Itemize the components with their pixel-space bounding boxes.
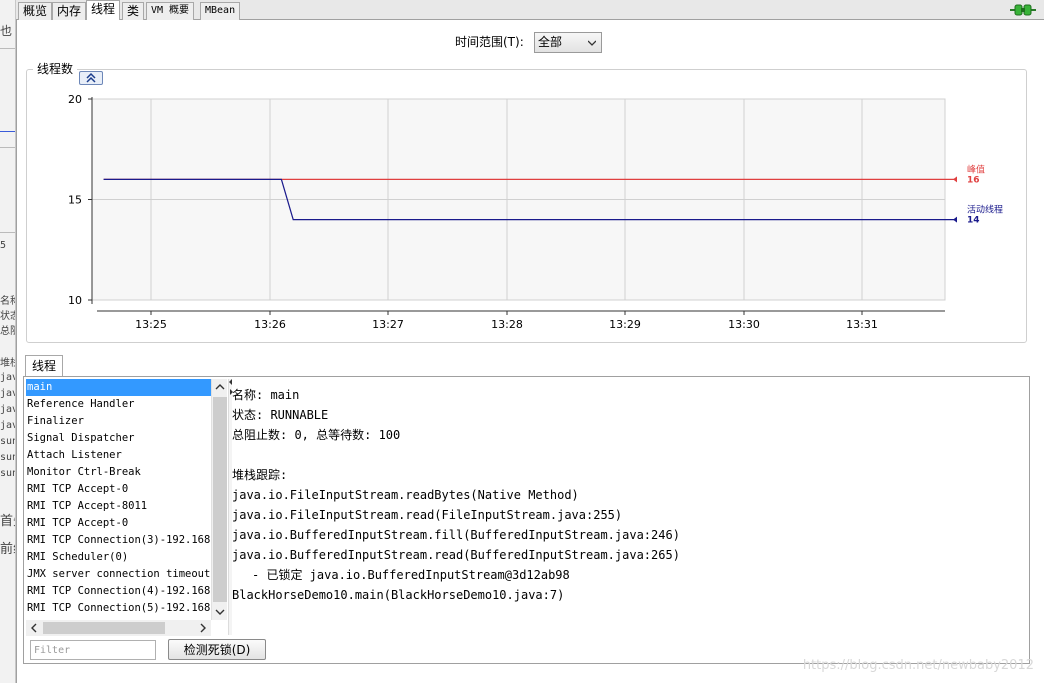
- detect-deadlock-button[interactable]: 检测死锁(D): [168, 639, 266, 660]
- watermark: https://blog.csdn.net/newbaby2012: [802, 658, 1034, 673]
- tab-label: 概览: [23, 4, 48, 18]
- background-window-edge: 也 5 名称 状态 总阻 堆栈 java java java java sun …: [0, 0, 16, 683]
- connected-plug-icon[interactable]: [1010, 3, 1036, 17]
- tab-label: 线程: [32, 359, 57, 373]
- thread-list-horizontal-scrollbar[interactable]: [26, 620, 211, 636]
- bg-text: java: [0, 388, 15, 399]
- threads-panel: main Reference Handler Finalizer Signal Dis…: [23, 376, 1030, 664]
- stack-trace-title: 堆栈跟踪:: [232, 468, 288, 482]
- thread-filter-input[interactable]: [30, 640, 156, 660]
- chevron-down-icon: [588, 40, 596, 46]
- main-tab-bar: 概览 内存 线程 类 VM 概要 MBean: [16, 0, 1044, 21]
- stack-frame: java.io.BufferedInputStream.fill(Buffere…: [232, 528, 680, 542]
- thread-list-item[interactable]: JMX server connection timeout 1: [26, 566, 226, 583]
- series-name-label: 峰值: [967, 163, 985, 175]
- tab-memory[interactable]: 内存: [52, 2, 87, 20]
- series-value-label: 14: [967, 216, 980, 226]
- thread-list-item[interactable]: RMI Scheduler(0): [26, 549, 226, 566]
- thread-list-item[interactable]: Signal Dispatcher: [26, 430, 226, 447]
- series-name-label: 活动线程: [967, 204, 1003, 216]
- bg-text: java: [0, 372, 15, 383]
- tab-label: 线程: [91, 2, 116, 16]
- time-range-label: 时间范围(T):: [455, 35, 524, 49]
- thread-details: 名称: main 状态: RUNNABLE 总阻止数: 0, 总等待数: 100…: [232, 379, 1022, 635]
- thread-list-item[interactable]: Attach Listener: [26, 447, 226, 464]
- thread-count-chart: 10 15 20 13:25 13:26 13:27 13:28 13:29 13:30 13:3…: [68, 93, 1003, 331]
- thread-list-item[interactable]: RMI TCP Accept-8011: [26, 498, 226, 515]
- tab-threads[interactable]: 线程: [86, 0, 121, 21]
- thread-list-vertical-scrollbar[interactable]: [211, 379, 227, 620]
- x-tick-label: 13:29: [609, 318, 641, 331]
- bg-text: 也: [0, 24, 13, 38]
- scroll-down-icon[interactable]: [212, 604, 228, 620]
- time-range-value: 全部: [538, 35, 563, 49]
- tab-label: MBean: [205, 5, 236, 16]
- thread-list[interactable]: main Reference Handler Finalizer Signal Dis…: [26, 379, 226, 620]
- thread-list-item[interactable]: RMI TCP Connection(4)-192.168.1: [26, 583, 226, 600]
- series-value-label: 16: [967, 175, 980, 185]
- tab-label: 类: [127, 4, 140, 18]
- x-tick-label: 13:30: [728, 318, 760, 331]
- thread-count-chart-panel: 线程数 10 15 20 13:25 13:26 13:27 13:28 13:29 13:30…: [26, 61, 1027, 343]
- tab-threads-list[interactable]: 线程: [25, 355, 64, 377]
- thread-list-item[interactable]: RMI TCP Connection(3)-192.168.1: [26, 532, 226, 549]
- scroll-left-icon[interactable]: [26, 620, 42, 636]
- tab-mbean[interactable]: MBean: [200, 2, 241, 20]
- bg-text: 5: [0, 240, 7, 251]
- bg-text: 堆栈: [0, 358, 15, 369]
- bg-text: 总阻: [0, 326, 15, 337]
- stack-frame: java.io.FileInputStream.read(FileInputSt…: [232, 508, 623, 522]
- stack-frame: java.io.BufferedInputStream.read(Buffere…: [232, 548, 680, 562]
- thread-name: 名称: main: [232, 388, 300, 402]
- bg-text: sun: [0, 468, 15, 479]
- stack-frame: - 已锁定 java.io.BufferedInputStream@3d12ab…: [252, 568, 570, 582]
- series-end-marker: [953, 216, 957, 223]
- tab-overview[interactable]: 概览: [18, 2, 53, 20]
- scrollbar-thumb[interactable]: [213, 397, 227, 602]
- thread-list-item[interactable]: RMI TCP Connection(5)-192.168.1: [26, 600, 226, 617]
- bg-text: java: [0, 420, 15, 431]
- thread-list-item[interactable]: Finalizer: [26, 413, 226, 430]
- bg-text: 名称: [0, 296, 15, 307]
- thread-state: 状态: RUNNABLE: [232, 408, 329, 422]
- tab-label: VM 概要: [151, 5, 190, 16]
- x-tick-label: 13:25: [135, 318, 167, 331]
- bg-text: 状态: [0, 311, 15, 322]
- stack-frame: BlackHorseDemo10.main(BlackHorseDemo10.j…: [232, 588, 565, 602]
- threads-page: 时间范围(T): 全部 线程数 10 15 20 13:25 13:26 13:27 13:…: [16, 20, 1044, 683]
- tab-label: 内存: [57, 4, 82, 18]
- series-end-marker: [953, 176, 957, 183]
- stack-trace: java.io.FileInputStream.readBytes(Native…: [232, 485, 1022, 605]
- x-tick-label: 13:31: [846, 318, 878, 331]
- y-tick-label: 10: [68, 294, 82, 307]
- x-tick-label: 13:27: [372, 318, 404, 331]
- y-tick-label: 20: [68, 93, 82, 106]
- scroll-right-icon[interactable]: [195, 620, 211, 636]
- x-tick-label: 13:26: [254, 318, 286, 331]
- time-range-select[interactable]: 全部: [534, 32, 602, 53]
- scrollbar-thumb[interactable]: [43, 622, 165, 634]
- thread-list-item[interactable]: Reference Handler: [26, 396, 226, 413]
- y-tick-label: 15: [68, 194, 82, 207]
- bg-text: 前线: [0, 542, 15, 557]
- thread-list-item[interactable]: Monitor Ctrl-Break: [26, 464, 226, 481]
- bg-text: java: [0, 404, 15, 415]
- bg-text: 首先: [0, 514, 15, 529]
- thread-list-item[interactable]: RMI TCP Accept-0: [26, 515, 226, 532]
- thread-blocked-waited: 总阻止数: 0, 总等待数: 100: [232, 428, 401, 442]
- tab-vm-summary[interactable]: VM 概要: [146, 2, 195, 20]
- stack-frame: java.io.FileInputStream.readBytes(Native…: [232, 488, 579, 502]
- jconsole-window: 也 5 名称 状态 总阻 堆栈 java java java java sun …: [0, 0, 1044, 683]
- x-tick-label: 13:28: [491, 318, 523, 331]
- thread-list-item[interactable]: RMI TCP Accept-0: [26, 481, 226, 498]
- tab-classes[interactable]: 类: [122, 2, 145, 20]
- bg-text: sun: [0, 436, 15, 447]
- thread-list-item[interactable]: main: [26, 379, 226, 396]
- scroll-up-icon[interactable]: [212, 379, 228, 395]
- bg-text: sun: [0, 452, 15, 463]
